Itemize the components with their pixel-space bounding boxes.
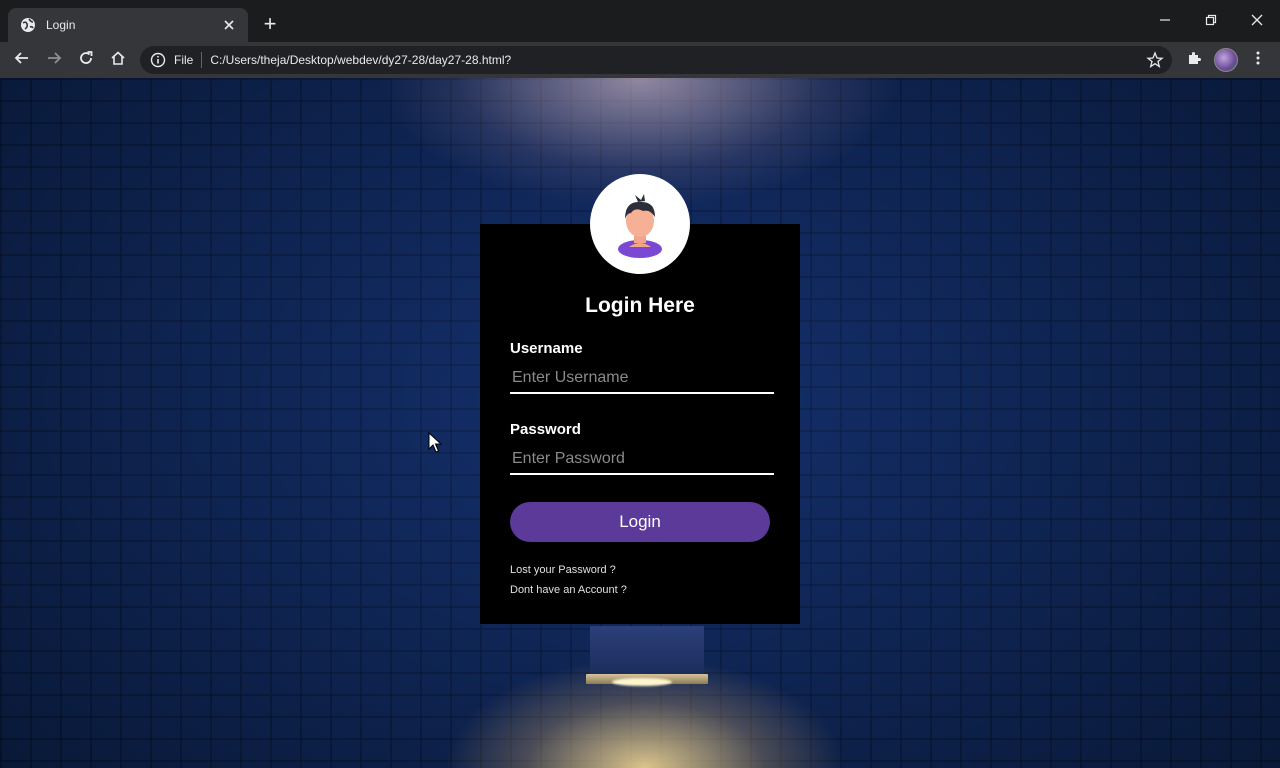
profile-avatar[interactable] [1214, 48, 1238, 72]
mouse-cursor-icon [428, 431, 443, 454]
address-separator [201, 52, 203, 68]
wall-lamp-light [612, 678, 672, 686]
kebab-menu-icon [1250, 50, 1266, 71]
username-label: Username [510, 340, 583, 357]
restore-button[interactable] [1188, 8, 1234, 36]
reload-icon [78, 50, 94, 71]
login-card: Login Here Username Password Login Lost … [480, 174, 800, 624]
back-arrow-icon [14, 50, 30, 71]
minimize-button[interactable] [1142, 8, 1188, 36]
close-icon[interactable] [220, 16, 238, 34]
puzzle-icon [1186, 50, 1202, 71]
tab-title: Login [46, 18, 76, 32]
user-avatar-icon [590, 174, 690, 274]
username-input[interactable] [510, 364, 774, 394]
address-bar[interactable]: File C:/Users/theja/Desktop/webdev/dy27-… [140, 46, 1172, 74]
minimize-icon [1159, 13, 1171, 31]
globe-icon [20, 17, 36, 33]
page-background-brick-wall: Login Here Username Password Login Lost … [0, 78, 1280, 768]
forward-arrow-icon [46, 50, 62, 71]
back-button[interactable] [10, 48, 34, 72]
browser-toolbar: File C:/Users/theja/Desktop/webdev/dy27-… [0, 42, 1280, 78]
login-button[interactable]: Login [510, 502, 770, 542]
password-input[interactable] [510, 445, 774, 475]
browser-titlebar: Login + [0, 0, 1280, 42]
extensions-button[interactable] [1182, 48, 1206, 72]
browser-tab[interactable]: Login [8, 8, 248, 42]
wall-lamp [590, 626, 704, 676]
close-icon [1251, 13, 1263, 31]
star-icon[interactable] [1146, 51, 1164, 69]
url-text[interactable]: C:/Users/theja/Desktop/webdev/dy27-28/da… [210, 53, 511, 67]
restore-icon [1205, 13, 1217, 31]
new-tab-button[interactable]: + [258, 12, 282, 36]
home-icon [110, 50, 126, 71]
url-scheme-label: File [174, 53, 194, 67]
signup-link[interactable]: Dont have an Account ? [510, 584, 627, 596]
window-close-button[interactable] [1234, 8, 1280, 36]
password-label: Password [510, 421, 581, 438]
reload-button[interactable] [74, 48, 98, 72]
forward-button[interactable] [42, 48, 66, 72]
info-icon[interactable] [150, 52, 166, 68]
lost-password-link[interactable]: Lost your Password ? [510, 564, 616, 576]
menu-button[interactable] [1246, 48, 1270, 72]
login-title: Login Here [585, 294, 695, 317]
home-button[interactable] [106, 48, 130, 72]
